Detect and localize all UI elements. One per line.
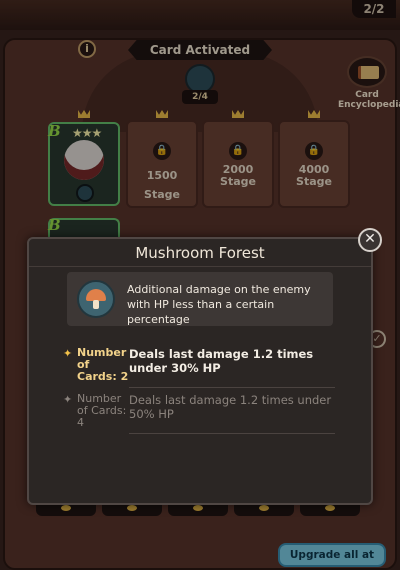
- set-description: Additional damage on the enemy with HP l…: [67, 272, 333, 326]
- card-count-label: Number of Cards: 2: [77, 346, 129, 383]
- mushroom-icon: [77, 280, 115, 318]
- description-text: Additional damage on the enemy with HP l…: [127, 283, 311, 326]
- effect-detail: Deals last damage 1.2 times under 50% HP: [129, 393, 332, 421]
- card-count-label: Number of Cards: 4: [77, 392, 127, 429]
- mushroom-stem: [93, 300, 99, 309]
- close-icon[interactable]: ✕: [358, 228, 382, 252]
- card-set-modal: Mushroom Forest Additional damage on the…: [27, 237, 373, 505]
- divider: [129, 433, 335, 434]
- sparkle-icon: ✦: [63, 347, 73, 360]
- divider: [129, 387, 335, 388]
- set-effect-4: ✦ Number of Cards: 4 Deals last damage 1…: [63, 392, 335, 429]
- set-effect-2: ✦ Number of Cards: 2 Deals last damage 1…: [63, 346, 335, 383]
- sparkle-icon: ✦: [63, 393, 73, 406]
- modal-title: Mushroom Forest: [29, 239, 371, 267]
- effect-detail: Deals last damage 1.2 times under 30% HP: [129, 347, 314, 375]
